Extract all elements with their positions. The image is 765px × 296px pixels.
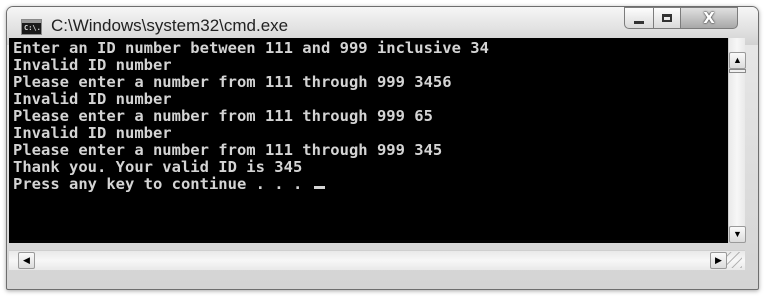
console-line: Please enter a number from 111 through 9… (13, 73, 452, 91)
minimize-icon (634, 20, 644, 24)
console-line: Invalid ID number (13, 124, 172, 142)
prompt-text: Press any key to continue . . . (13, 175, 312, 193)
right-arrow-icon: ▶ (715, 255, 722, 265)
scroll-down-button[interactable]: ▼ (729, 226, 746, 243)
console-line: Enter an ID number between 111 and 999 i… (13, 39, 489, 57)
horizontal-scrollbar[interactable]: ◀ ▶ (9, 250, 745, 270)
scroll-left-button[interactable]: ◀ (18, 252, 35, 269)
cmd-icon[interactable]: C:\. (21, 19, 42, 35)
text-cursor (313, 186, 325, 189)
scroll-up-button[interactable]: ▲ (729, 52, 746, 69)
console-line: Invalid ID number (13, 56, 172, 74)
close-icon: X (703, 9, 715, 27)
up-arrow-icon: ▲ (733, 55, 742, 65)
vertical-scroll-thumb[interactable] (729, 69, 746, 73)
console-line: Please enter a number from 111 through 9… (13, 107, 433, 125)
cmd-icon-text: C:\. (24, 24, 41, 32)
maximize-button[interactable] (653, 7, 681, 29)
console-line: Thank you. Your valid ID is 345 (13, 158, 303, 176)
down-arrow-icon: ▼ (733, 229, 742, 239)
close-button[interactable]: X (680, 7, 738, 29)
console-line-prompt: Press any key to continue . . . (13, 176, 325, 192)
vertical-scrollbar[interactable]: ▲ ▼ (728, 38, 746, 243)
left-arrow-icon: ◀ (23, 255, 30, 265)
console-line: Please enter a number from 111 through 9… (13, 141, 443, 159)
console-line: Invalid ID number (13, 90, 172, 108)
scroll-right-button[interactable]: ▶ (710, 252, 727, 269)
window-title: C:\Windows\system32\cmd.exe (51, 16, 289, 35)
resize-grip-icon[interactable] (726, 252, 742, 268)
console-output[interactable]: Enter an ID number between 111 and 999 i… (9, 38, 728, 243)
minimize-button[interactable] (624, 7, 654, 29)
maximize-icon (662, 14, 672, 22)
